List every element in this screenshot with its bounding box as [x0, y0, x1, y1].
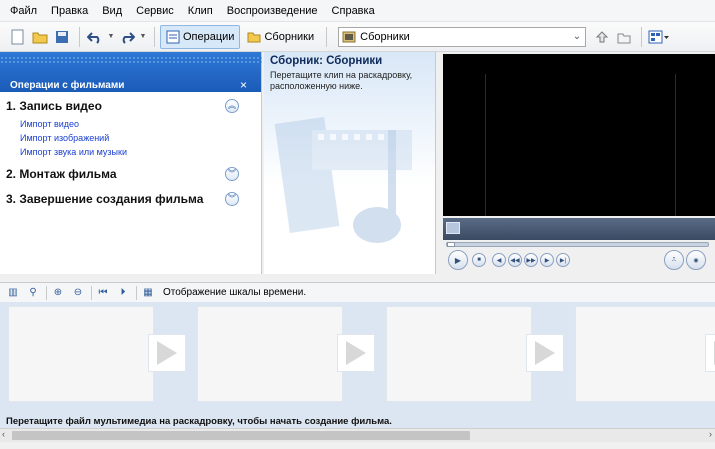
previous-frame-icon[interactable]: ◀: [492, 253, 506, 267]
timeline-icon[interactable]: ▦: [141, 286, 155, 300]
menu-bar: Файл Правка Вид Сервис Клип Воспроизведе…: [0, 0, 715, 22]
menu-help[interactable]: Справка: [332, 5, 375, 17]
undo-icon[interactable]: [85, 27, 105, 47]
views-icon[interactable]: [647, 27, 671, 47]
main-toolbar: ▼ ▼ Операции Сборники Сборники ⌄: [0, 22, 715, 52]
collection-description: Перетащите клип на раскадровку, располож…: [270, 70, 413, 91]
section-title[interactable]: 2. Монтаж фильма: [6, 163, 261, 185]
menu-playback[interactable]: Воспроизведение: [227, 5, 318, 17]
horizontal-scrollbar[interactable]: ‹ ›: [0, 428, 715, 442]
task-pane-header: Операции с фильмами ×: [0, 52, 262, 92]
collapse-icon[interactable]: ︽: [225, 99, 239, 113]
toolbar-separator: [46, 285, 47, 300]
redo-icon[interactable]: [117, 27, 137, 47]
collection-icon: [342, 31, 356, 42]
operations-label: Операции: [183, 30, 235, 43]
menu-view[interactable]: Вид: [102, 5, 122, 17]
stop-icon[interactable]: ■: [472, 253, 486, 267]
fast-forward-icon[interactable]: ▶▶: [524, 253, 538, 267]
storyboard-hint: Перетащите файл мультимедиа на раскадров…: [6, 416, 392, 427]
set-audio-levels-icon[interactable]: ⚲: [26, 286, 40, 300]
storyboard-clip-slot[interactable]: [8, 306, 154, 402]
operations-button[interactable]: Операции: [160, 24, 241, 49]
scroll-left-icon[interactable]: ‹: [2, 429, 5, 439]
toolbar-separator: [326, 26, 328, 47]
expand-icon[interactable]: ︾: [225, 192, 239, 206]
playback-controls: ▶ ■ ◀ ◀◀ ▶▶ ▶ ▶| ⎍ ◉: [448, 250, 708, 270]
menu-tools[interactable]: Сервис: [136, 5, 174, 17]
task-link-import-pictures[interactable]: Импорт изображений: [6, 131, 261, 145]
menu-file[interactable]: Файл: [10, 5, 37, 17]
section-capture: 1. Запись видео ︽ Импорт видео Импорт из…: [0, 95, 261, 159]
open-icon[interactable]: [30, 27, 50, 47]
new-project-icon[interactable]: [8, 27, 28, 47]
bottom-strip: [0, 442, 715, 449]
task-link-import-audio[interactable]: Импорт звука или музыки: [6, 145, 261, 159]
toolbar-separator: [136, 285, 137, 300]
folder-icon: [247, 32, 261, 42]
next-icon[interactable]: ▶|: [556, 253, 570, 267]
take-picture-icon[interactable]: ◉: [686, 250, 706, 270]
transition-slot[interactable]: [705, 334, 715, 372]
collection-select[interactable]: Сборники ⌄: [338, 26, 587, 47]
section-edit: 2. Монтаж фильма ︾: [0, 163, 261, 185]
preview-screen: [443, 54, 715, 216]
zoom-in-icon[interactable]: ⊕: [51, 286, 65, 300]
transition-slot[interactable]: [337, 334, 375, 372]
toolbar-separator: [79, 26, 80, 47]
zoom-out-icon[interactable]: ⊖: [71, 286, 85, 300]
new-folder-icon[interactable]: [614, 27, 634, 47]
rewind-storyboard-icon[interactable]: ⏮: [96, 286, 110, 300]
close-icon[interactable]: ×: [240, 78, 247, 92]
film-music-watermark-icon: [274, 117, 412, 243]
collection-pane: Сборник: Сборники Перетащите клип на рас…: [264, 52, 436, 274]
section-title[interactable]: 1. Запись видео: [6, 95, 261, 117]
section-finish: 3. Завершение создания фильма ︾: [0, 188, 261, 210]
seek-thumb[interactable]: [447, 242, 455, 247]
storyboard-clip-slot[interactable]: [386, 306, 532, 402]
undo-dropdown-icon[interactable]: ▼: [107, 27, 115, 47]
header-decoration: [0, 56, 262, 64]
show-timeline-button[interactable]: Отображение шкалы времени.: [163, 287, 306, 298]
storyboard-toolbar: ▥ ⚲ ⊕ ⊖ ⏮ ⏵ ▦ Отображение шкалы времени.: [0, 282, 715, 302]
storyboard[interactable]: Перетащите файл мультимедиа на раскадров…: [0, 302, 715, 428]
screen-divider: [485, 74, 486, 216]
play-storyboard-icon[interactable]: ⏵: [116, 286, 130, 300]
narrate-icon[interactable]: ▥: [6, 286, 20, 300]
up-folder-icon[interactable]: [592, 27, 612, 47]
menu-clip[interactable]: Клип: [188, 5, 213, 17]
rewind-icon[interactable]: ◀◀: [508, 253, 522, 267]
scroll-thumb[interactable]: [12, 431, 470, 440]
section-title[interactable]: 3. Завершение создания фильма: [6, 188, 261, 210]
task-pane: Операции с фильмами × 1. Запись видео ︽ …: [0, 52, 262, 274]
redo-dropdown-icon[interactable]: ▼: [139, 27, 147, 47]
transition-slot[interactable]: [526, 334, 564, 372]
collections-label: Сборники: [264, 30, 315, 43]
storyboard-clip-slot[interactable]: [575, 306, 715, 402]
toolbar-separator: [91, 285, 92, 300]
collections-button[interactable]: Сборники: [242, 25, 319, 49]
save-icon[interactable]: [52, 27, 72, 47]
expand-icon[interactable]: ︾: [225, 167, 239, 181]
toolbar-separator: [154, 26, 155, 47]
split-clip-icon[interactable]: ⎍: [664, 250, 684, 270]
operations-icon: [166, 30, 180, 43]
play-icon[interactable]: ▶: [448, 250, 468, 270]
scroll-right-icon[interactable]: ›: [709, 429, 712, 439]
screen-divider: [675, 74, 676, 216]
seek-bar[interactable]: [446, 242, 709, 247]
toolbar-separator: [641, 26, 643, 47]
preview-monitor: ▶ ■ ◀ ◀◀ ▶▶ ▶ ▶| ⎍ ◉: [440, 52, 715, 274]
next-frame-icon[interactable]: ▶: [540, 253, 554, 267]
storyboard-clip-slot[interactable]: [197, 306, 343, 402]
chevron-down-icon: ⌄: [572, 30, 582, 42]
monitor-thumbnail-icon: [446, 222, 460, 234]
transition-slot[interactable]: [148, 334, 186, 372]
task-link-import-video[interactable]: Импорт видео: [6, 117, 261, 131]
task-pane-title: Операции с фильмами: [10, 80, 125, 91]
monitor-status-strip: [443, 218, 715, 240]
collection-select-value: Сборники: [360, 30, 410, 43]
menu-edit[interactable]: Правка: [51, 5, 88, 17]
collection-heading: Сборник: Сборники: [270, 55, 383, 67]
